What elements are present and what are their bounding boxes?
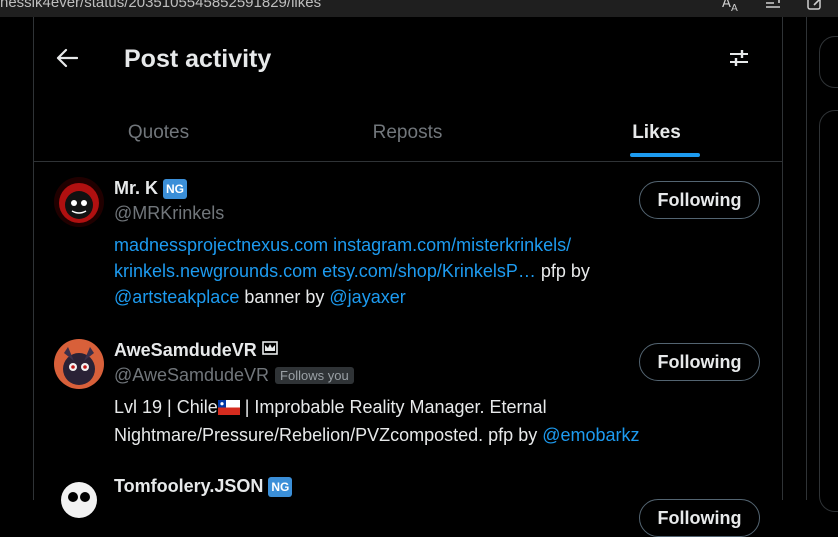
following-button[interactable]: Following: [639, 499, 760, 537]
url-text[interactable]: nessik4ever/status/2035105545852591829/l…: [0, 0, 321, 11]
bio-text: Lvl 19 | Chile: [114, 397, 218, 417]
bio-link[interactable]: krinkels.newgrounds.com: [114, 261, 317, 281]
bio-text: banner by: [239, 287, 330, 307]
page-header: Post activity: [34, 17, 782, 105]
bio-link[interactable]: madnessprojectnexus.com: [114, 235, 328, 255]
user-handle[interactable]: @AweSamdudeVR: [114, 365, 269, 386]
arrow-left-icon: [56, 48, 79, 73]
bio-link[interactable]: instagram.com/misterkrinkels/: [333, 235, 571, 255]
newgrounds-badge-icon: NG: [163, 178, 188, 199]
user-bio: Lvl 19 | Chile | Improbable Reality Mana…: [114, 394, 674, 448]
name-line: AweSamdudeVR: [114, 340, 278, 361]
bio-mention[interactable]: @artsteakplace: [114, 287, 239, 307]
user-bio: madnessprojectnexus.com instagram.com/mi…: [114, 232, 674, 310]
crown-icon: [261, 341, 278, 360]
chile-flag-icon: [217, 396, 240, 422]
name-line: Tomfoolery.JSON NG: [114, 476, 293, 497]
sidebar-card-edge: [819, 110, 838, 512]
bio-text: pfp by: [535, 261, 590, 281]
newgrounds-badge-icon: NG: [268, 476, 293, 497]
avatar[interactable]: [54, 177, 104, 227]
follows-you-badge: Follows you: [275, 367, 354, 384]
tab-quotes[interactable]: Quotes: [34, 105, 283, 161]
active-tab-indicator: [630, 153, 700, 157]
following-button[interactable]: Following: [639, 343, 760, 381]
avatar[interactable]: [54, 339, 104, 389]
display-name[interactable]: Tomfoolery.JSON: [114, 476, 263, 497]
handle-line: @AweSamdudeVR Follows you: [114, 365, 354, 386]
sliders-icon: [728, 47, 750, 74]
user-handle[interactable]: @MRKrinkels: [114, 203, 224, 224]
bio-mention[interactable]: @emobarkz: [542, 425, 639, 445]
filter-button[interactable]: [722, 43, 756, 77]
svg-text:A: A: [731, 3, 738, 13]
main-panel: Post activity Quotes Reposts Likes Mr. K…: [33, 17, 783, 537]
tab-reposts[interactable]: Reposts: [283, 105, 532, 161]
display-name[interactable]: AweSamdudeVR: [114, 340, 257, 361]
svg-text:A: A: [722, 0, 731, 11]
browser-url-bar[interactable]: nessik4ever/status/2035105545852591829/l…: [0, 0, 838, 17]
name-line: Mr. K NG: [114, 178, 188, 199]
handle-line: @MRKrinkels: [114, 203, 224, 224]
read-aloud-icon[interactable]: [764, 0, 786, 17]
following-button[interactable]: Following: [639, 181, 760, 219]
back-button[interactable]: [50, 43, 84, 77]
page-title: Post activity: [124, 45, 272, 73]
bio-link[interactable]: etsy.com/shop/KrinkelsP…: [322, 261, 536, 281]
bio-mention[interactable]: @jayaxer: [329, 287, 405, 307]
edit-icon[interactable]: [806, 0, 826, 17]
search-box-edge: [819, 36, 838, 88]
avatar[interactable]: [54, 475, 104, 525]
translate-icon[interactable]: AA: [722, 0, 742, 17]
display-name[interactable]: Mr. K: [114, 178, 158, 199]
